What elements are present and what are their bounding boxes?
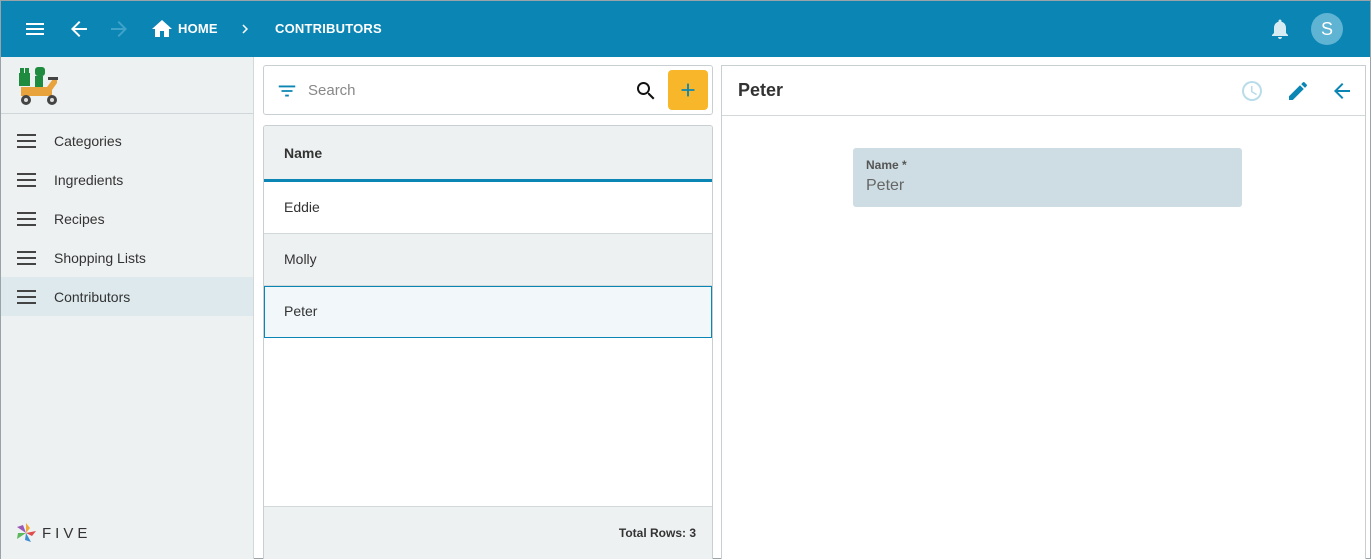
sidebar-item-label: Ingredients (54, 171, 124, 188)
sidebar: Categories Ingredients Recipes Shopping … (1, 57, 254, 559)
sidebar-item-recipes[interactable]: Recipes (1, 199, 253, 238)
sidebar-item-label: Categories (54, 132, 122, 149)
name-field-label: Name * (866, 158, 907, 172)
menu-icon (17, 289, 37, 304)
sidebar-item-categories[interactable]: Categories (1, 121, 253, 160)
chevron-right-icon (233, 17, 257, 41)
menu-icon (17, 133, 37, 148)
search-icon[interactable] (634, 79, 658, 103)
table-cell-name: Molly (284, 251, 317, 267)
scooter-logo-icon[interactable] (15, 63, 61, 109)
back-arrow-icon[interactable] (1330, 79, 1354, 103)
menu-icon (17, 172, 37, 187)
breadcrumb-current[interactable]: CONTRIBUTORS (275, 21, 382, 36)
name-field[interactable]: Name * Peter (853, 148, 1242, 207)
column-header-name[interactable]: Name (284, 145, 322, 161)
menu-icon[interactable] (23, 17, 47, 41)
app-logo-area (1, 57, 253, 114)
sidebar-item-ingredients[interactable]: Ingredients (1, 160, 253, 199)
brand-name: FIVE (42, 524, 92, 542)
user-avatar[interactable]: S (1311, 13, 1343, 45)
table-row[interactable]: Molly (264, 234, 712, 286)
detail-panel: Peter Name * Peter (721, 65, 1366, 559)
plus-icon (681, 83, 695, 97)
search-bar: Search (263, 65, 713, 115)
menu-icon (17, 250, 37, 265)
edit-icon[interactable] (1286, 79, 1310, 103)
history-icon[interactable] (1240, 79, 1264, 103)
bell-icon[interactable] (1268, 17, 1292, 41)
detail-title: Peter (738, 80, 784, 100)
records-list: Name Eddie Molly Peter Total Rows: 3 (263, 125, 713, 559)
sidebar-item-label: Contributors (54, 288, 131, 305)
list-footer: Total Rows: 3 (264, 506, 712, 559)
add-record-button[interactable] (668, 70, 708, 110)
sidebar-item-label: Recipes (54, 210, 105, 227)
sidebar-item-contributors[interactable]: Contributors (1, 277, 253, 316)
five-brand-logo: FIVE (15, 522, 91, 544)
table-cell-name: Eddie (284, 199, 320, 215)
name-field-value[interactable]: Peter (866, 177, 904, 195)
detail-header: Peter (722, 66, 1365, 116)
five-pinwheel-icon (17, 523, 36, 542)
table-cell-name: Peter (284, 303, 318, 319)
total-rows-label: Total Rows: 3 (618, 526, 696, 540)
filter-icon[interactable] (276, 80, 298, 102)
sidebar-item-label: Shopping Lists (54, 249, 146, 266)
list-column-header[interactable]: Name (264, 126, 712, 182)
forward-arrow-icon[interactable] (107, 17, 131, 41)
table-row[interactable]: Eddie (264, 182, 712, 234)
table-row-selected[interactable]: Peter (264, 286, 712, 338)
sidebar-item-shopping-lists[interactable]: Shopping Lists (1, 238, 253, 277)
search-input[interactable]: Search (308, 82, 356, 99)
back-arrow-icon[interactable] (67, 17, 91, 41)
breadcrumb-home[interactable]: HOME (178, 21, 218, 36)
menu-icon (17, 211, 37, 226)
home-icon[interactable] (150, 17, 174, 41)
top-app-bar: HOME CONTRIBUTORS S (1, 1, 1370, 57)
